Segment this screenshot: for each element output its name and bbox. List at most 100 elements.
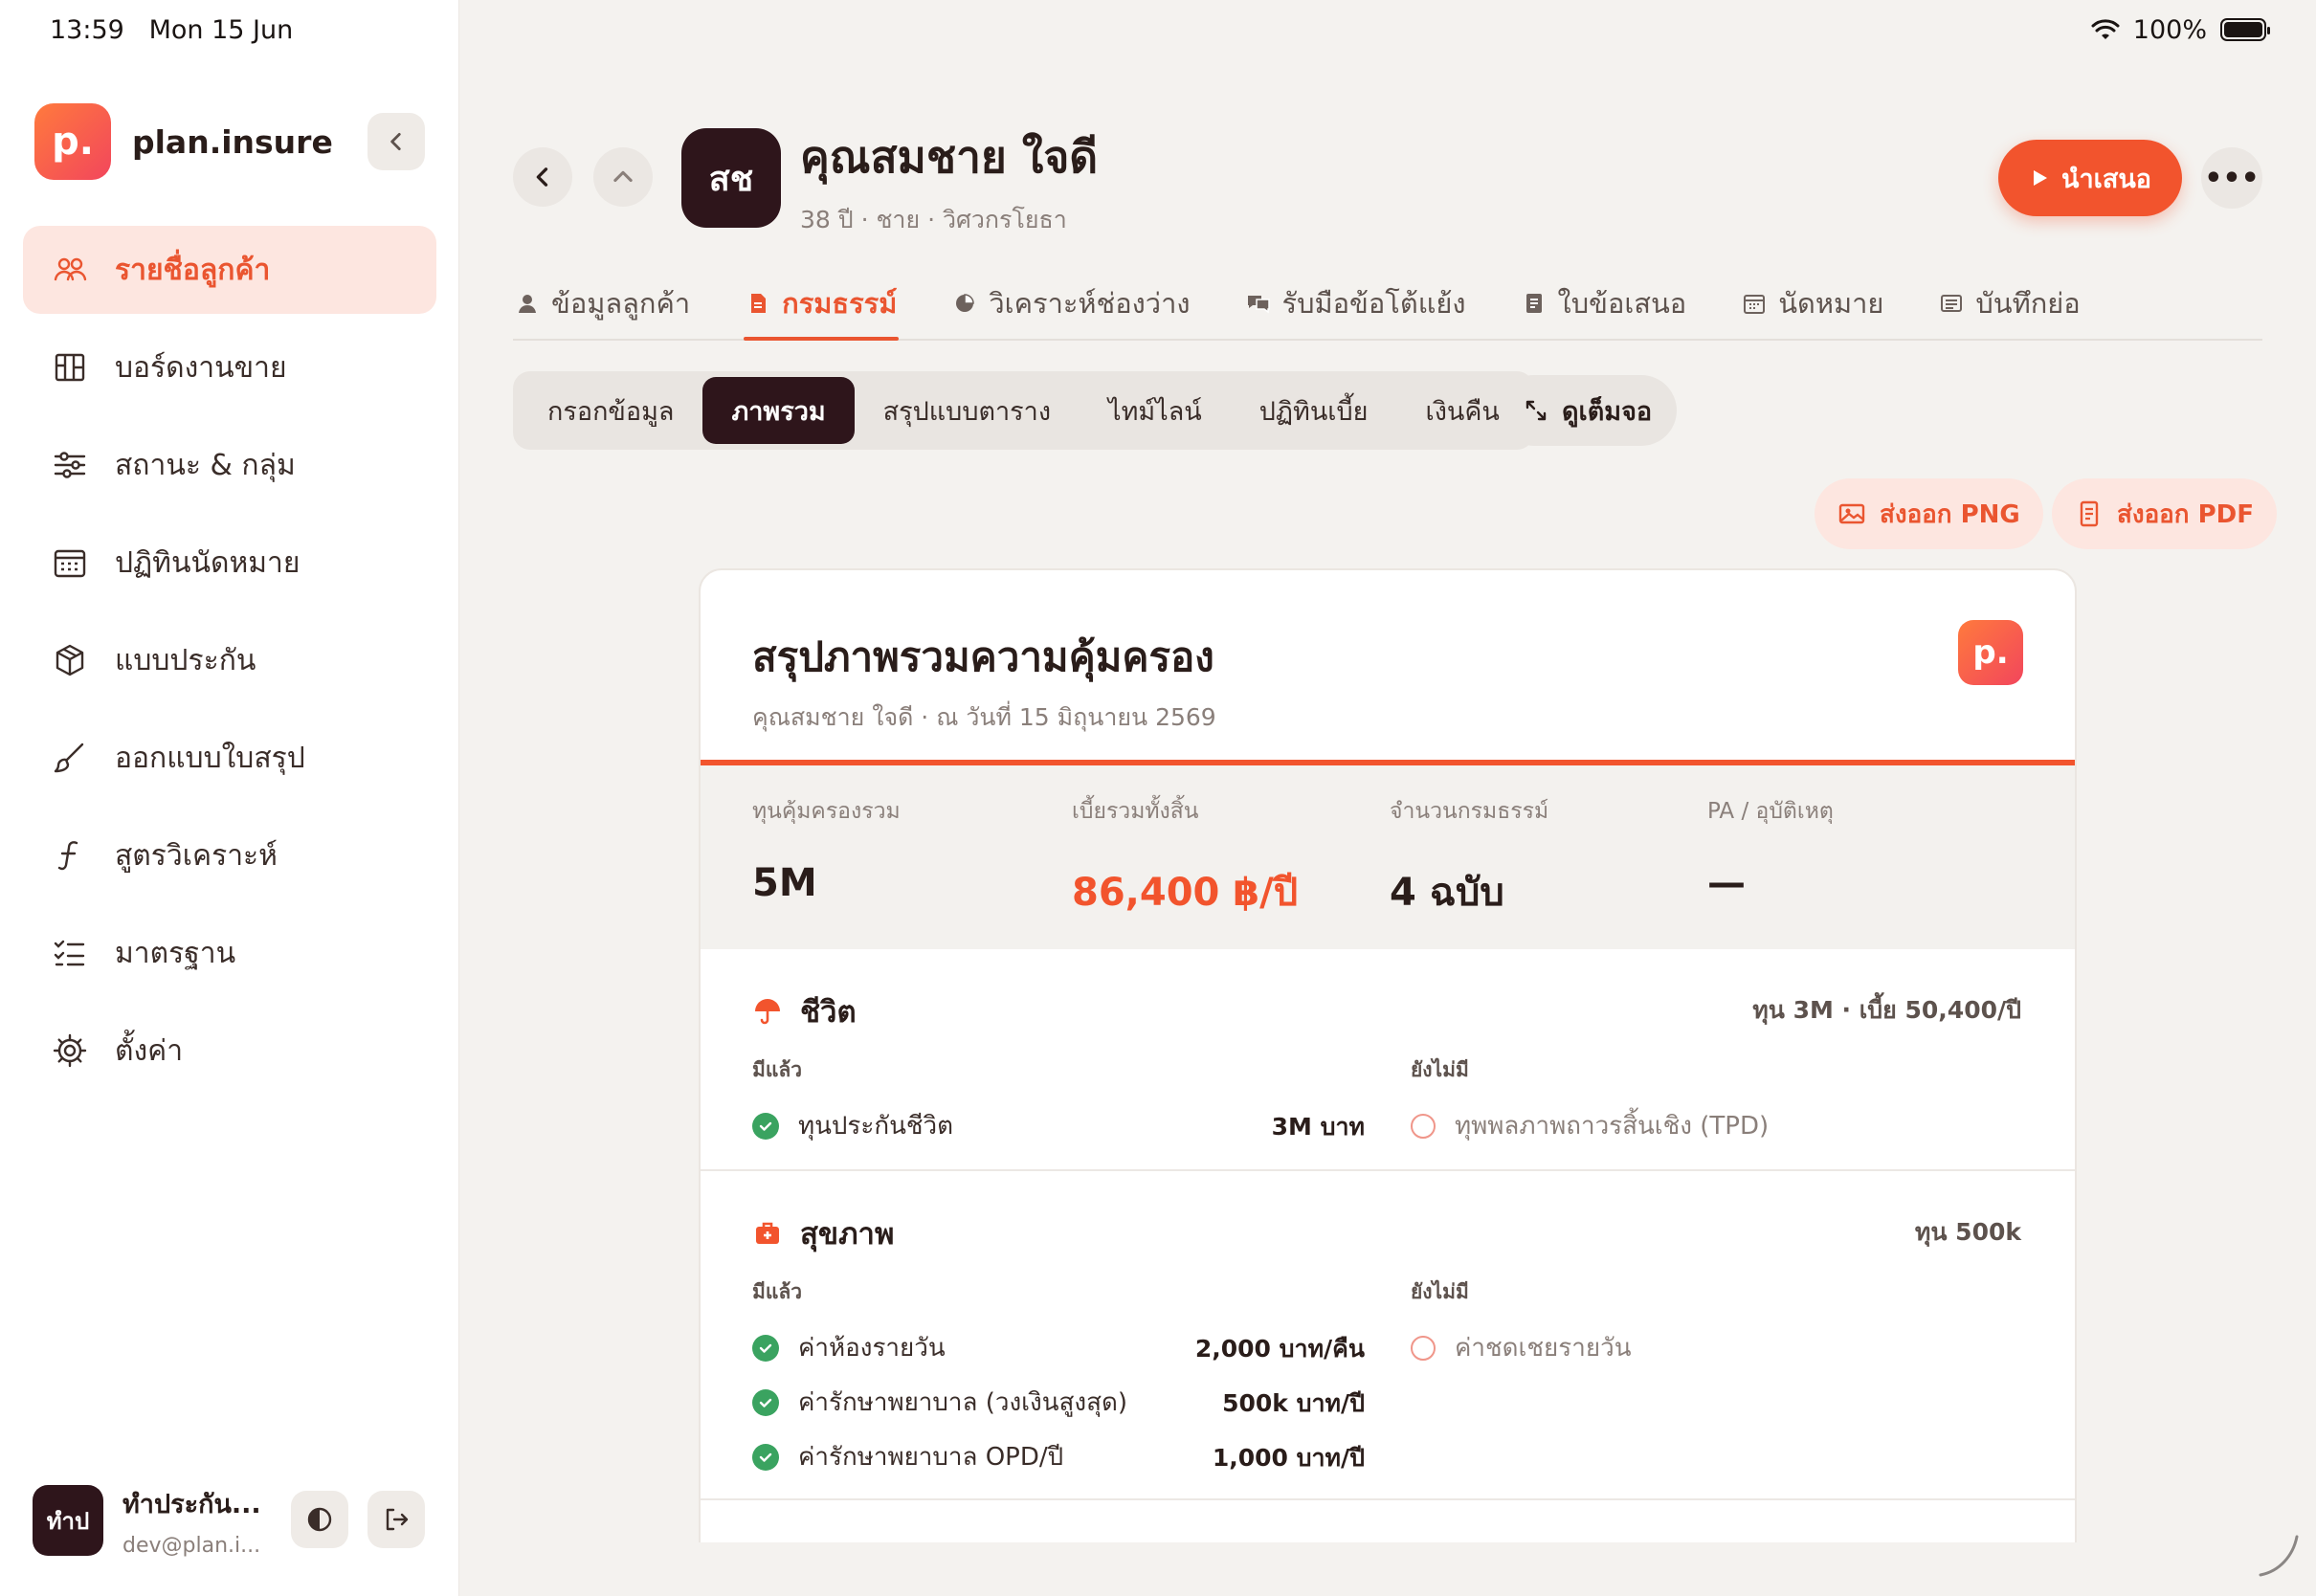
battery-icon — [2220, 18, 2270, 41]
empty-circle-icon — [1411, 1335, 1436, 1361]
section-title-text: สุขภาพ — [800, 1217, 895, 1252]
pdf-file-icon — [2080, 500, 2099, 527]
chevron-left-icon — [390, 133, 401, 150]
collapse-sidebar-button[interactable] — [367, 113, 425, 170]
sidebar-item-label: รายชื่อลูกค้า — [115, 253, 271, 287]
stat-value: 4 ฉบับ — [1390, 871, 1504, 915]
coverage-item: ค่าห้องรายวัน — [752, 1328, 946, 1367]
present-label: นำเสนอ — [2061, 164, 2151, 194]
stat-label: เบี้ยรวมทั้งสิ้น — [1072, 799, 1199, 824]
coverage-summary-card: สรุปภาพรวมความคุ้มครอง คุณสมชาย ใจดี · ณ… — [699, 568, 2077, 1596]
section-health: สุขภาพ ทุน 500k มีแล้ว ยังไม่มี ค่าห้องร… — [701, 1171, 2075, 1500]
card-subtitle: คุณสมชาย ใจดี · ณ วันที่ 15 มิถุนายน 256… — [752, 703, 1216, 731]
section-title: สุขภาพ — [752, 1209, 894, 1257]
tab-label: ข้อมูลลูกค้า — [551, 287, 691, 320]
have-label: มีแล้ว — [752, 1280, 803, 1303]
sidebar-item-status-groups[interactable]: สถานะ & กลุ่ม — [23, 421, 436, 509]
tab-policies[interactable]: กรมธรรม์ — [744, 268, 900, 341]
medkit-icon — [756, 1222, 779, 1244]
present-button[interactable]: นำเสนอ — [1998, 140, 2182, 216]
stat-label: จำนวนกรมธรรม์ — [1390, 799, 1549, 824]
sidebar-item-label: มาตรฐาน — [115, 936, 236, 970]
umbrella-icon — [755, 999, 780, 1025]
tab-notes[interactable]: บันทึกย่อ — [1937, 268, 2082, 339]
tab-appointments[interactable]: นัดหมาย — [1740, 268, 1885, 339]
subtab-table-summary[interactable]: สรุปแบบตาราง — [855, 377, 1080, 444]
sidebar-item-calendar[interactable]: ปฏิทินนัดหมาย — [23, 519, 436, 607]
coverage-item-label: ค่ารักษาพยาบาล (วงเงินสูงสุด) — [798, 1388, 1127, 1417]
sidebar-item-customers[interactable]: รายชื่อลูกค้า — [23, 226, 436, 314]
function-icon — [50, 835, 90, 876]
missing-coverage-item: ทุพพลภาพถาวรสิ้นเชิง (TPD) — [1411, 1106, 1769, 1145]
chevron-left-icon — [536, 167, 548, 187]
chat-icon — [1247, 296, 1270, 314]
theme-toggle-button[interactable] — [291, 1491, 348, 1548]
users-icon — [50, 250, 90, 290]
tab-label: กรมธรรม์ — [782, 287, 898, 320]
section-summary: ทุน 3M · เบี้ย 50,400/ปี — [1752, 996, 2021, 1024]
card-logo: p. — [1958, 620, 2023, 685]
brand[interactable]: p. plan.insure — [34, 103, 333, 180]
export-png-button[interactable]: ส่งออก PNG — [1815, 478, 2043, 549]
tab-customer-info[interactable]: ข้อมูลลูกค้า — [513, 268, 692, 339]
brand-name: plan.insure — [132, 122, 333, 161]
view-segmented-control: กรอกข้อมูล ภาพรวม สรุปแบบตาราง ไทม์ไลน์ … — [513, 371, 1534, 450]
play-icon — [2034, 170, 2047, 186]
customer-meta: 38 ปี · ชาย · วิศวกรโยธา — [800, 206, 1067, 233]
missing-item-label: ค่าชดเชยรายวัน — [1455, 1334, 1632, 1363]
scroll-clip-mask — [699, 1542, 2077, 1596]
subtab-timeline[interactable]: ไทม์ไลน์ — [1080, 377, 1231, 444]
stylus-indicator-icon — [2259, 1535, 2299, 1577]
sidebar-item-design-summary[interactable]: ออกแบบใบสรุป — [23, 714, 436, 802]
fullscreen-label: ดูเต็มจอ — [1562, 396, 1653, 427]
sidebar-item-label: บอร์ดงานขาย — [115, 350, 287, 385]
sidebar-item-formulas[interactable]: สูตรวิเคราะห์ — [23, 811, 436, 899]
coverage-item-value: 2,000 บาท/คืน — [1194, 1335, 1365, 1363]
export-pdf-button[interactable]: ส่งออก PDF — [2052, 478, 2277, 549]
tab-gap-analysis[interactable]: วิเคราะห์ช่องว่าง — [950, 268, 1191, 339]
user-name: ทำประกัน... — [122, 1490, 261, 1519]
coverage-item: ค่ารักษาพยาบาล (วงเงินสูงสุด) — [752, 1383, 1127, 1422]
sidebar-item-label: ปฏิทินนัดหมาย — [115, 545, 301, 580]
subtab-overview[interactable]: ภาพรวม — [702, 377, 855, 444]
sidebar-item-sales-board[interactable]: บอร์ดงานขาย — [23, 323, 436, 411]
section-title-text: ชีวิต — [800, 995, 857, 1030]
user-profile[interactable]: ทำป ทำประกัน... dev@plan.i... — [33, 1483, 261, 1558]
brand-logo: p. — [34, 103, 111, 180]
customer-avatar: สช — [681, 128, 781, 228]
calendar-icon — [1744, 295, 1766, 314]
fullscreen-button[interactable]: ดูเต็มจอ — [1499, 375, 1678, 446]
board-icon — [50, 347, 90, 388]
more-options-button[interactable]: ••• — [2201, 147, 2262, 209]
scroll-up-button[interactable] — [593, 147, 653, 207]
logout-button[interactable] — [367, 1491, 425, 1548]
sidebar-item-label: สถานะ & กลุ่ม — [115, 448, 296, 482]
coverage-item-value: 500k บาท/ปี — [1222, 1389, 1365, 1417]
missing-label: ยังไม่มี — [1411, 1058, 1469, 1081]
tab-objections[interactable]: รับมือข้อโต้แย้ง — [1244, 268, 1468, 339]
customer-name: คุณสมชาย ใจดี — [800, 131, 1099, 183]
subtab-input[interactable]: กรอกข้อมูล — [519, 377, 702, 444]
sidebar-item-plans[interactable]: แบบประกัน — [23, 616, 436, 704]
tab-label: รับมือข้อโต้แย้ง — [1281, 287, 1466, 320]
coverage-item-label: ทุนประกันชีวิต — [798, 1112, 953, 1141]
stat-total-coverage: ทุนคุ้มครองรวม 5M — [752, 794, 901, 905]
coverage-item-label: ค่ารักษาพยาบาล OPD/ปี — [798, 1443, 1064, 1472]
coverage-item-label: ค่าห้องรายวัน — [798, 1334, 946, 1363]
sidebar-item-standards[interactable]: มาตรฐาน — [23, 909, 436, 997]
tab-label: วิเคราะห์ช่องว่าง — [989, 287, 1191, 320]
tab-label: ใบข้อเสนอ — [1557, 287, 1687, 320]
brush-icon — [50, 738, 90, 778]
back-button[interactable] — [513, 147, 572, 207]
logout-icon — [386, 1508, 409, 1531]
calendar-icon — [50, 543, 90, 583]
sidebar-item-settings[interactable]: ตั้งค่า — [23, 1007, 436, 1095]
note-icon — [1941, 295, 1963, 312]
stat-pa-accident: PA / อุบัติเหตุ — — [1707, 794, 1834, 905]
wifi-icon — [2091, 19, 2120, 39]
card-title: สรุปภาพรวมความคุ้มครอง — [752, 633, 1214, 680]
tab-proposal[interactable]: ใบข้อเสนอ — [1520, 268, 1689, 339]
gear-icon — [50, 1031, 90, 1071]
customer-tabs: ข้อมูลลูกค้า กรมธรรม์ วิเคราะห์ช่องว่าง … — [513, 268, 2262, 341]
subtab-premium-calendar[interactable]: ปฏิทินเบี้ย — [1231, 377, 1397, 444]
